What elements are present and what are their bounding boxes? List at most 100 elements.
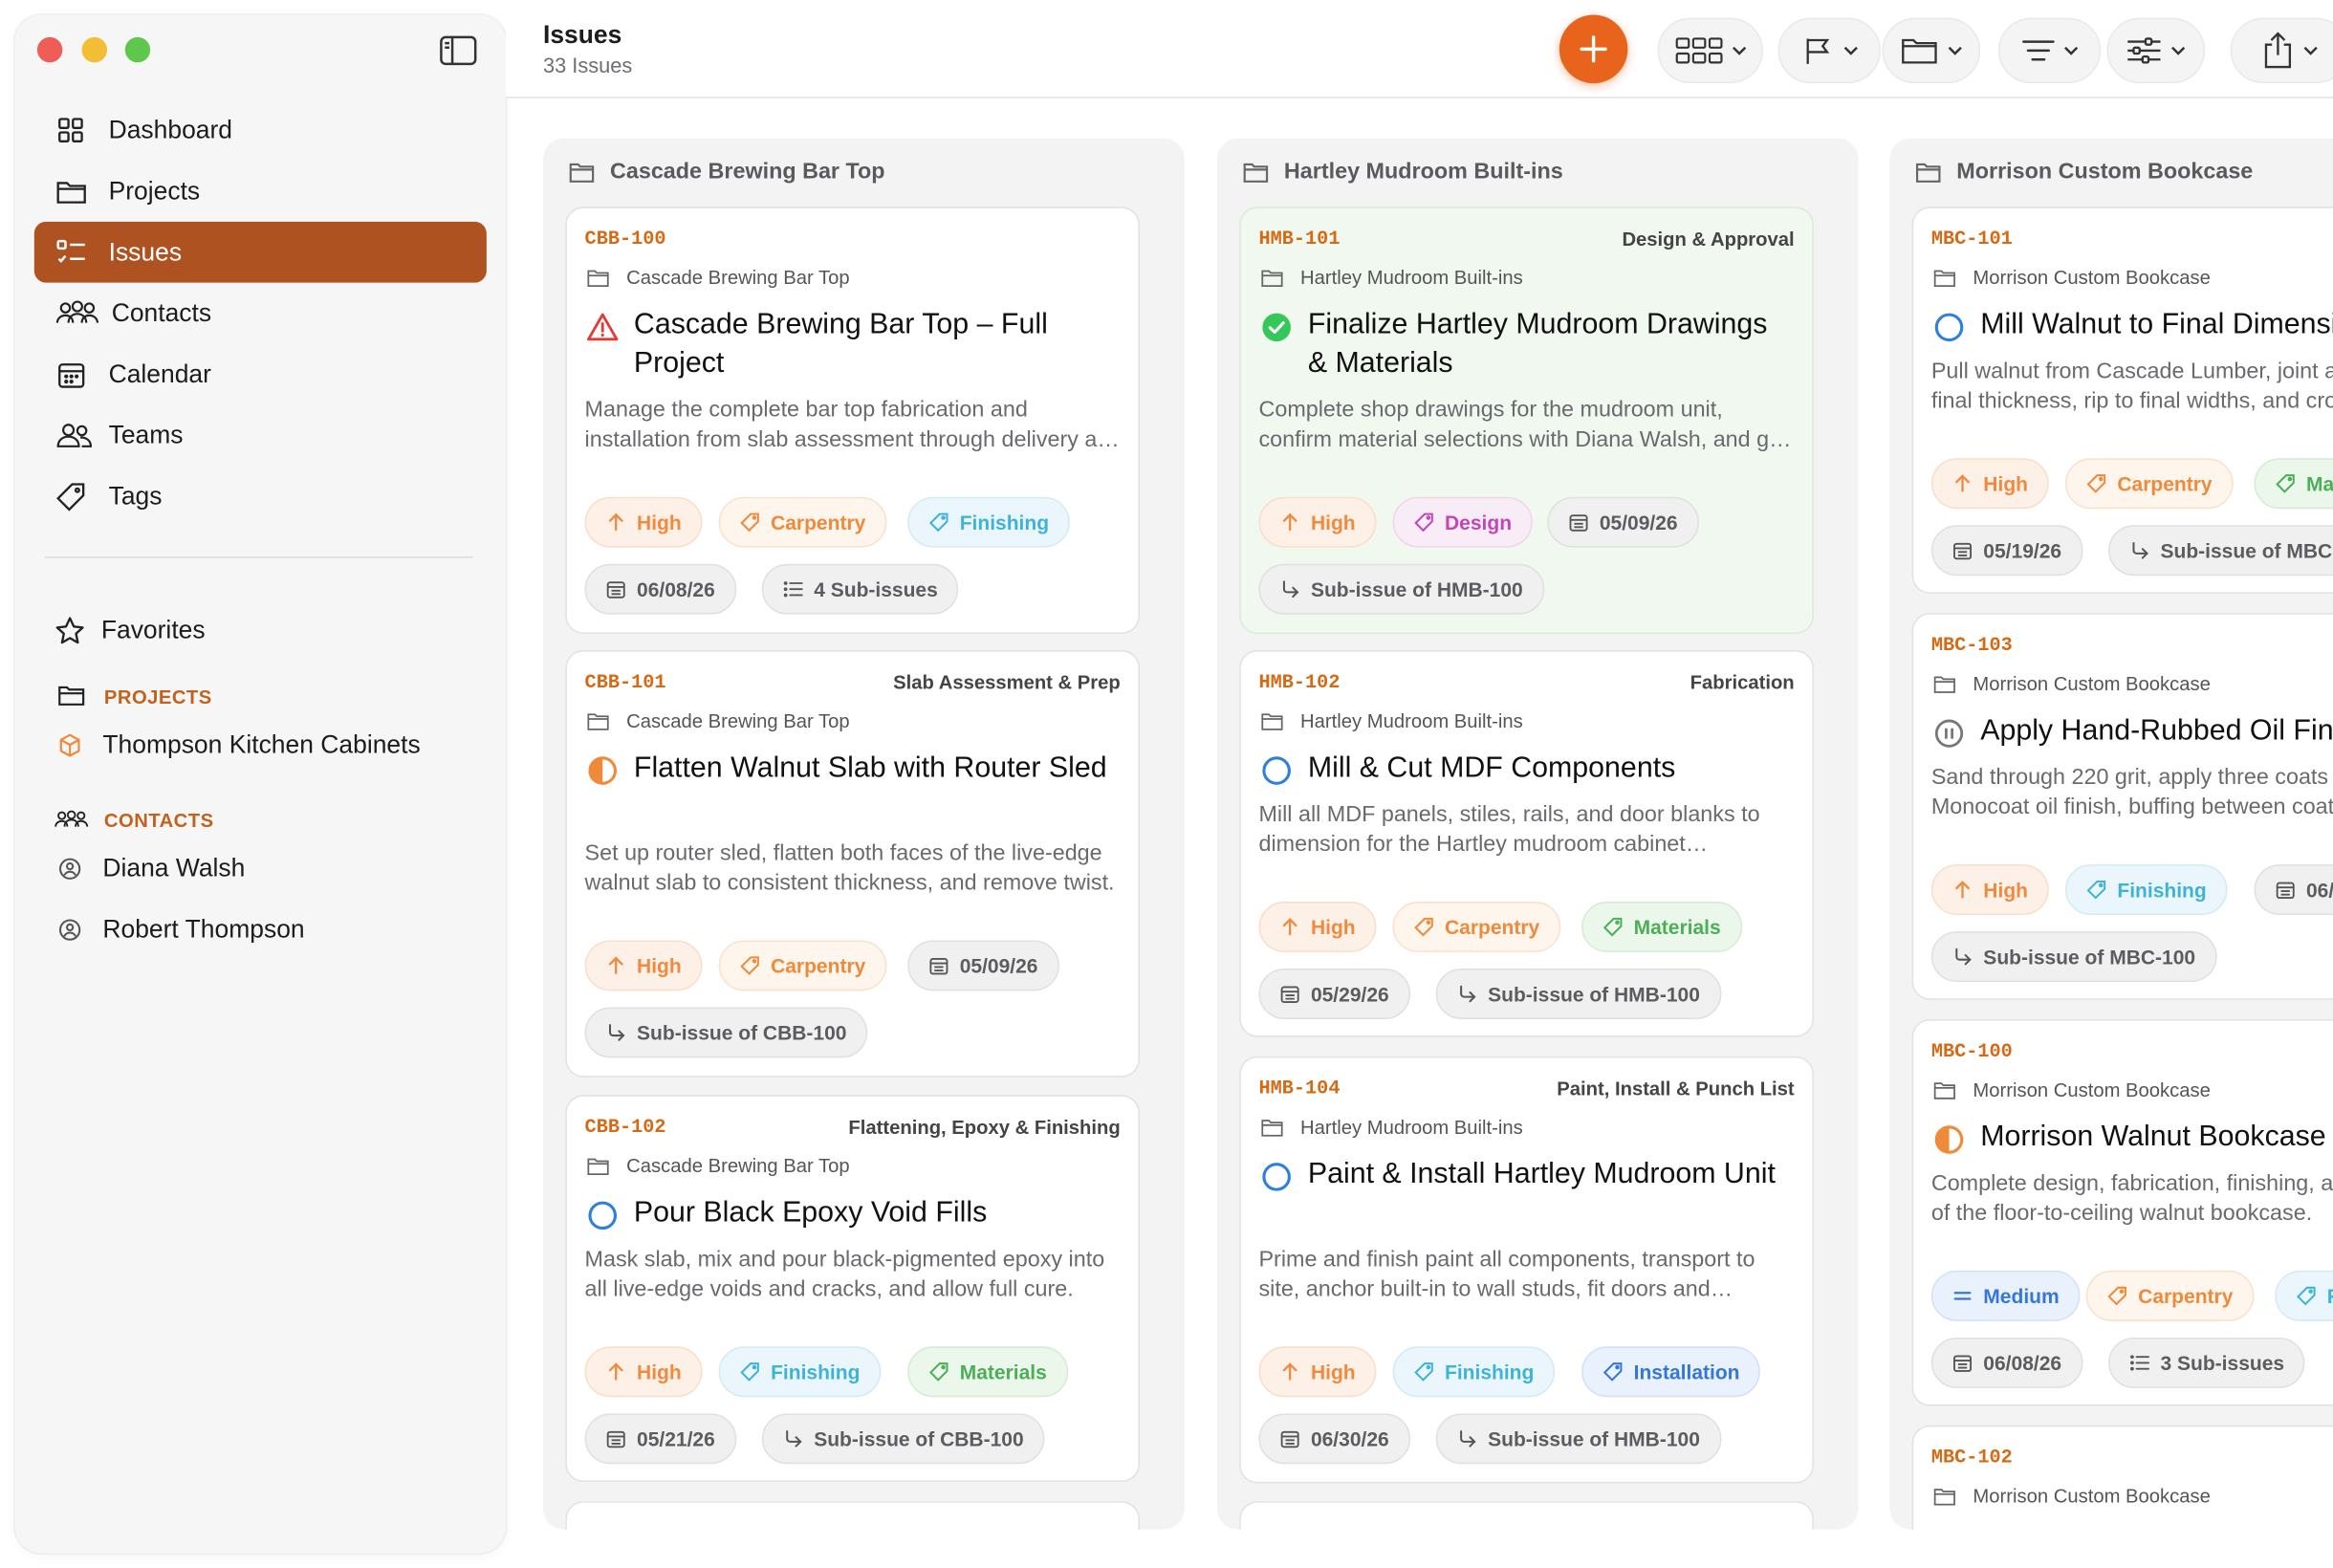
tag-chip[interactable]: Materials xyxy=(907,1346,1068,1398)
priority-high-chip[interactable]: High xyxy=(584,1346,703,1398)
issue-card[interactable]: CBB-101 Slab Assessment & Prep Cascade B… xyxy=(565,650,1140,1078)
filter-options-button[interactable] xyxy=(2106,17,2206,84)
sidebar-item-label: Contacts xyxy=(111,298,212,327)
issue-card[interactable]: HMB-101 Design & Approval Hartley Mudroo… xyxy=(1239,207,1814,634)
parent-issue-chip[interactable]: Sub-issue of MBC-100 xyxy=(1930,931,2216,983)
minimize-window-button[interactable] xyxy=(81,36,108,63)
status-todo-icon[interactable] xyxy=(586,1199,619,1231)
tag-chip[interactable]: Finishing xyxy=(907,496,1070,548)
parent-issue-chip[interactable]: Sub-issue of CBB-100 xyxy=(584,1007,868,1058)
sidebar-item-contacts[interactable]: Contacts xyxy=(34,283,487,344)
chip-label: Materials xyxy=(1633,915,1721,939)
sidebar: Dashboard Projects Issues Contacts Calen… xyxy=(14,14,507,1554)
chevron-down-icon xyxy=(1732,46,1746,55)
tag-chip[interactable]: Carpentry xyxy=(718,496,887,548)
layout-button[interactable] xyxy=(1657,17,1764,84)
due-date-chip[interactable]: 05/09/26 xyxy=(907,940,1059,991)
tag-chip[interactable]: Carpentry xyxy=(2085,1270,2255,1321)
issue-card[interactable]: MBC-100 Morrison Custom Bookcase Morriso… xyxy=(1911,1018,2333,1406)
close-window-button[interactable] xyxy=(36,36,63,63)
chip-label: Carpentry xyxy=(2138,1284,2234,1308)
priority-medium-chip[interactable]: Medium xyxy=(1930,1270,2081,1321)
card-project: Hartley Mudroom Built-ins xyxy=(1260,1116,1523,1138)
due-date-chip[interactable]: 06/08/26 xyxy=(584,563,736,615)
due-date-chip[interactable]: 05/19/26 xyxy=(1930,525,2082,577)
issue-card[interactable]: MBC-101 Morrison Custom Bookcase Mill Wa… xyxy=(1911,207,2333,594)
warning-icon[interactable] xyxy=(586,311,619,343)
status-todo-icon[interactable] xyxy=(1260,754,1293,787)
subissues-chip[interactable]: 3 Sub-issues xyxy=(2108,1337,2305,1388)
tag-chip[interactable]: Finishing xyxy=(1392,1346,1556,1398)
parent-issue-chip[interactable]: Sub-issue of MBC-100 xyxy=(2108,525,2333,577)
parent-issue-chip[interactable]: Sub-issue of HMB-100 xyxy=(1435,969,1721,1019)
priority-high-chip[interactable]: High xyxy=(1930,458,2049,510)
priority-high-chip[interactable]: High xyxy=(584,940,703,991)
issue-card[interactable]: MBC-102 Morrison Custom Bookcase xyxy=(1911,1425,2333,1530)
status-todo-icon[interactable] xyxy=(1932,311,1965,343)
tag-chip[interactable]: Finishing xyxy=(2275,1270,2333,1321)
tag-chip[interactable]: Finishing xyxy=(2064,864,2228,916)
due-date-chip[interactable]: 05/21/26 xyxy=(584,1413,736,1465)
board-column: Morrison Custom Bookcase MBC-101 Morriso… xyxy=(1889,138,2333,1530)
status-done-icon[interactable] xyxy=(1260,311,1293,343)
zoom-window-button[interactable] xyxy=(124,36,151,63)
due-date-chip[interactable]: 06/30/26 xyxy=(1258,1413,1410,1465)
issue-card[interactable]: HMB-104 Paint, Install & Punch List Hart… xyxy=(1239,1056,1814,1484)
folder-icon xyxy=(568,160,610,184)
priority-high-chip[interactable]: High xyxy=(1258,1346,1377,1398)
due-date-chip[interactable]: 06/02/26 xyxy=(2254,864,2333,916)
tag-chip[interactable]: Finishing xyxy=(718,1346,882,1398)
priority-high-chip[interactable]: High xyxy=(584,496,703,548)
issue-key: HMB-102 xyxy=(1258,670,1341,694)
sidebar-item-teams[interactable]: Teams xyxy=(34,404,487,466)
sidebar-item-projects[interactable]: Projects xyxy=(34,161,487,222)
priority-high-chip[interactable]: High xyxy=(1930,864,2049,916)
add-issue-button[interactable] xyxy=(1559,14,1628,84)
issue-card[interactable]: MBC-103 Delivery Morrison Custom Bookcas… xyxy=(1911,613,2333,1000)
project-filter-button[interactable] xyxy=(1882,17,1981,84)
chip-label: 05/09/26 xyxy=(959,954,1038,977)
due-date-chip[interactable]: 06/08/26 xyxy=(1930,1337,2082,1388)
status-in-progress-icon[interactable] xyxy=(1932,1123,1965,1156)
sort-button[interactable] xyxy=(1997,17,2102,84)
due-date-chip[interactable]: 05/29/26 xyxy=(1258,969,1410,1019)
tag-chip[interactable]: Materials xyxy=(1581,902,1742,952)
card-project: Hartley Mudroom Built-ins xyxy=(1260,709,1523,732)
parent-issue-chip[interactable]: Sub-issue of CBB-100 xyxy=(761,1413,1045,1465)
issue-card[interactable]: CBB-102 Flattening, Epoxy & Finishing Ca… xyxy=(565,1095,1140,1482)
subissues-chip[interactable]: 4 Sub-issues xyxy=(761,563,959,615)
issue-card[interactable]: HMB-102 Fabrication Hartley Mudroom Buil… xyxy=(1239,650,1814,1037)
parent-issue-chip[interactable]: Sub-issue of HMB-100 xyxy=(1435,1413,1721,1465)
issue-card[interactable]: CBB-100 Cascade Brewing Bar Top Cascade … xyxy=(565,207,1140,634)
tag-chip[interactable]: Carpentry xyxy=(718,940,887,991)
tag-chip[interactable]: Materials xyxy=(2254,458,2333,510)
tag-chip[interactable]: Installation xyxy=(1581,1346,1761,1398)
share-button[interactable] xyxy=(2230,17,2333,84)
sidebar-item-calendar[interactable]: Calendar xyxy=(34,343,487,404)
tag-chip[interactable]: Design xyxy=(1392,496,1533,548)
tag-chip[interactable]: Carpentry xyxy=(1392,902,1561,952)
sidebar-toggle-icon[interactable] xyxy=(439,34,477,67)
sidebar-item-issues[interactable]: Issues xyxy=(33,221,487,283)
due-date-chip[interactable]: 05/09/26 xyxy=(1547,496,1699,548)
priority-high-chip[interactable]: High xyxy=(1258,496,1377,548)
sidebar-project-thompson[interactable]: Thompson Kitchen Cabinets xyxy=(56,730,421,760)
status-in-progress-icon[interactable] xyxy=(586,754,619,787)
sidebar-contact-robert[interactable]: Robert Thompson xyxy=(56,915,305,945)
priority-high-chip[interactable]: High xyxy=(1258,902,1377,952)
status-todo-icon[interactable] xyxy=(1260,1161,1293,1193)
priority-filter-button[interactable] xyxy=(1777,17,1881,84)
board-column: Hartley Mudroom Built-ins HMB-101 Design… xyxy=(1216,138,1859,1530)
sidebar-item-dashboard[interactable]: Dashboard xyxy=(34,99,487,161)
favorites-header[interactable]: Favorites xyxy=(54,615,206,647)
card-project: Morrison Custom Bookcase xyxy=(1932,1078,2211,1101)
parent-issue-chip[interactable]: Sub-issue of HMB-100 xyxy=(1258,563,1544,615)
sidebar-nav: Dashboard Projects Issues Contacts Calen… xyxy=(33,99,487,527)
status-paused-icon[interactable] xyxy=(1932,717,1965,750)
chip-label: 06/08/26 xyxy=(637,577,715,600)
projects-section-label: PROJECTS xyxy=(103,685,212,708)
tag-chip[interactable]: Carpentry xyxy=(2064,458,2234,510)
sidebar-contact-diana[interactable]: Diana Walsh xyxy=(56,854,245,883)
sidebar-item-tags[interactable]: Tags xyxy=(34,466,487,527)
issue-title: Mill Walnut to Final Dimensions xyxy=(1980,308,2333,341)
